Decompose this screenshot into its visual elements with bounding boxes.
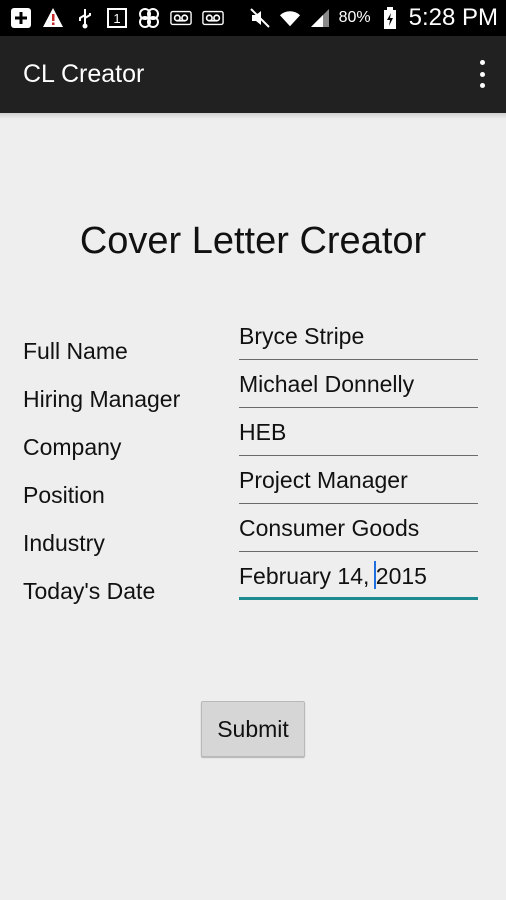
todays-date-field-container [239, 551, 478, 600]
full-name-field[interactable] [239, 319, 475, 353]
page-title: Cover Letter Creator [79, 220, 427, 262]
full-name-field-container [239, 311, 478, 360]
svg-text:1: 1 [113, 11, 120, 26]
hiring-manager-label: Hiring Manager [23, 386, 181, 412]
company-field[interactable] [239, 415, 475, 449]
app-title: CL Creator [23, 60, 145, 88]
status-bar: 1 80% 5:28 PM [0, 0, 506, 36]
voicemail-icon [202, 7, 224, 29]
voicemail-icon [170, 7, 192, 29]
action-bar: CL Creator [0, 36, 506, 113]
industry-field-container [239, 503, 478, 552]
industry-label: Industry [23, 530, 105, 556]
wifi-icon [279, 7, 301, 29]
full-name-label: Full Name [23, 338, 128, 364]
company-field-container [239, 407, 478, 456]
position-label: Position [23, 482, 105, 508]
clover-icon [138, 7, 160, 29]
company-label: Company [23, 434, 122, 460]
warning-icon [42, 7, 64, 29]
industry-field[interactable] [239, 511, 475, 545]
mute-icon [249, 7, 271, 29]
position-field-container [239, 455, 478, 504]
todays-date-field[interactable] [239, 559, 475, 593]
battery-charging-icon [379, 7, 401, 29]
action-bar-shadow [0, 113, 506, 119]
signal-icon [309, 7, 331, 29]
todays-date-label: Today's Date [23, 578, 156, 604]
text-cursor [374, 561, 376, 589]
usb-icon [74, 7, 96, 29]
hiring-manager-field[interactable] [239, 367, 475, 401]
battery-percent: 80% [338, 9, 371, 26]
plus-box-icon [10, 7, 32, 29]
clock-time: 5:28 PM [408, 4, 498, 31]
hiring-manager-field-container [239, 359, 478, 408]
position-field[interactable] [239, 463, 475, 497]
submit-button[interactable]: Submit [201, 701, 305, 757]
overflow-menu-icon[interactable] [476, 60, 488, 88]
notification-1-icon: 1 [106, 7, 128, 29]
